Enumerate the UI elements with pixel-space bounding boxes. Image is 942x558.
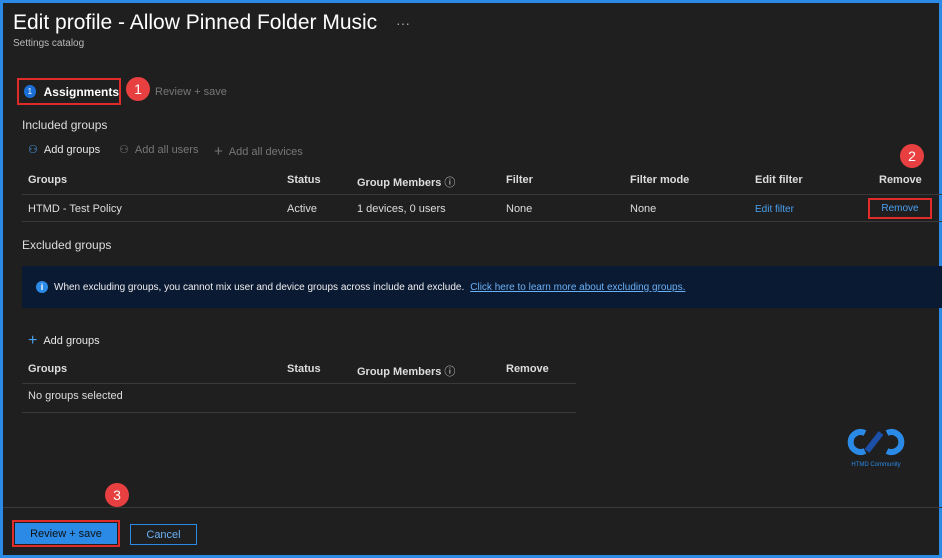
htmd-logo: HTMD Community xyxy=(846,427,906,468)
review-save-highlight: Review + save xyxy=(12,520,120,547)
add-user-icon: ⚇ xyxy=(28,143,38,156)
add-all-devices-label: Add all devices xyxy=(229,146,303,158)
info-icon: i xyxy=(36,281,48,293)
info-icon: ⓘ xyxy=(444,366,455,378)
col-group-members: Group Members ⓘ xyxy=(357,174,455,190)
filter-mode: None xyxy=(630,203,656,215)
col-remove: Remove xyxy=(879,174,922,186)
footer-divider xyxy=(3,507,942,508)
info-banner: i When excluding groups, you cannot mix u… xyxy=(22,266,942,308)
col-groups: Groups xyxy=(28,363,67,375)
banner-text: When excluding groups, you cannot mix us… xyxy=(54,282,464,293)
tab-assignments-label: Assignments xyxy=(44,85,119,99)
annotation-badge-1: 1 xyxy=(126,77,150,101)
add-all-users-button[interactable]: ⚇ Add all users xyxy=(119,143,198,156)
col-status: Status xyxy=(287,174,321,186)
page-title: Edit profile - Allow Pinned Folder Music xyxy=(13,11,377,35)
logo-text: HTMD Community xyxy=(846,462,906,468)
col-status: Status xyxy=(287,363,321,375)
col-group-members: Group Members ⓘ xyxy=(357,363,455,379)
empty-message: No groups selected xyxy=(28,390,123,402)
included-groups-heading: Included groups xyxy=(22,118,107,132)
status: Active xyxy=(287,203,317,215)
divider xyxy=(22,221,942,222)
step-number: 1 xyxy=(24,85,36,98)
logo-icon xyxy=(847,427,905,457)
learn-more-link[interactable]: Click here to learn more about excluding… xyxy=(470,282,685,293)
tab-assignments[interactable]: 1 Assignments xyxy=(17,78,121,105)
add-groups-label: Add groups xyxy=(44,144,100,156)
plus-icon: + xyxy=(214,143,223,160)
more-options-button[interactable]: ··· xyxy=(396,15,410,31)
add-all-devices-button[interactable]: + Add all devices xyxy=(214,143,303,160)
col-filter-mode: Filter mode xyxy=(630,174,689,186)
col-groups: Groups xyxy=(28,174,67,186)
divider xyxy=(22,412,576,413)
excluded-groups-heading: Excluded groups xyxy=(22,238,111,252)
plus-icon: + xyxy=(28,332,37,350)
annotation-badge-2: 2 xyxy=(900,144,924,168)
add-all-users-label: Add all users xyxy=(135,144,199,156)
info-icon: ⓘ xyxy=(444,177,455,189)
divider xyxy=(22,194,942,195)
col-filter: Filter xyxy=(506,174,533,186)
col-edit-filter: Edit filter xyxy=(755,174,803,186)
col-remove: Remove xyxy=(506,363,549,375)
group-name: HTMD - Test Policy xyxy=(28,203,122,215)
divider xyxy=(22,383,576,384)
add-groups-label: Add groups xyxy=(43,335,99,347)
cancel-button[interactable]: Cancel xyxy=(130,524,197,545)
users-icon: ⚇ xyxy=(119,143,129,156)
filter: None xyxy=(506,203,532,215)
edit-filter-link[interactable]: Edit filter xyxy=(755,204,794,215)
add-excluded-groups-button[interactable]: + Add groups xyxy=(28,332,100,350)
tab-review-save[interactable]: Review + save xyxy=(155,86,227,98)
review-save-button[interactable]: Review + save xyxy=(15,523,117,544)
page-subtitle: Settings catalog xyxy=(13,38,84,49)
remove-link[interactable]: Remove xyxy=(868,198,932,219)
group-members: 1 devices, 0 users xyxy=(357,203,446,215)
add-groups-button[interactable]: ⚇ Add groups xyxy=(28,143,100,156)
annotation-badge-3: 3 xyxy=(105,483,129,507)
